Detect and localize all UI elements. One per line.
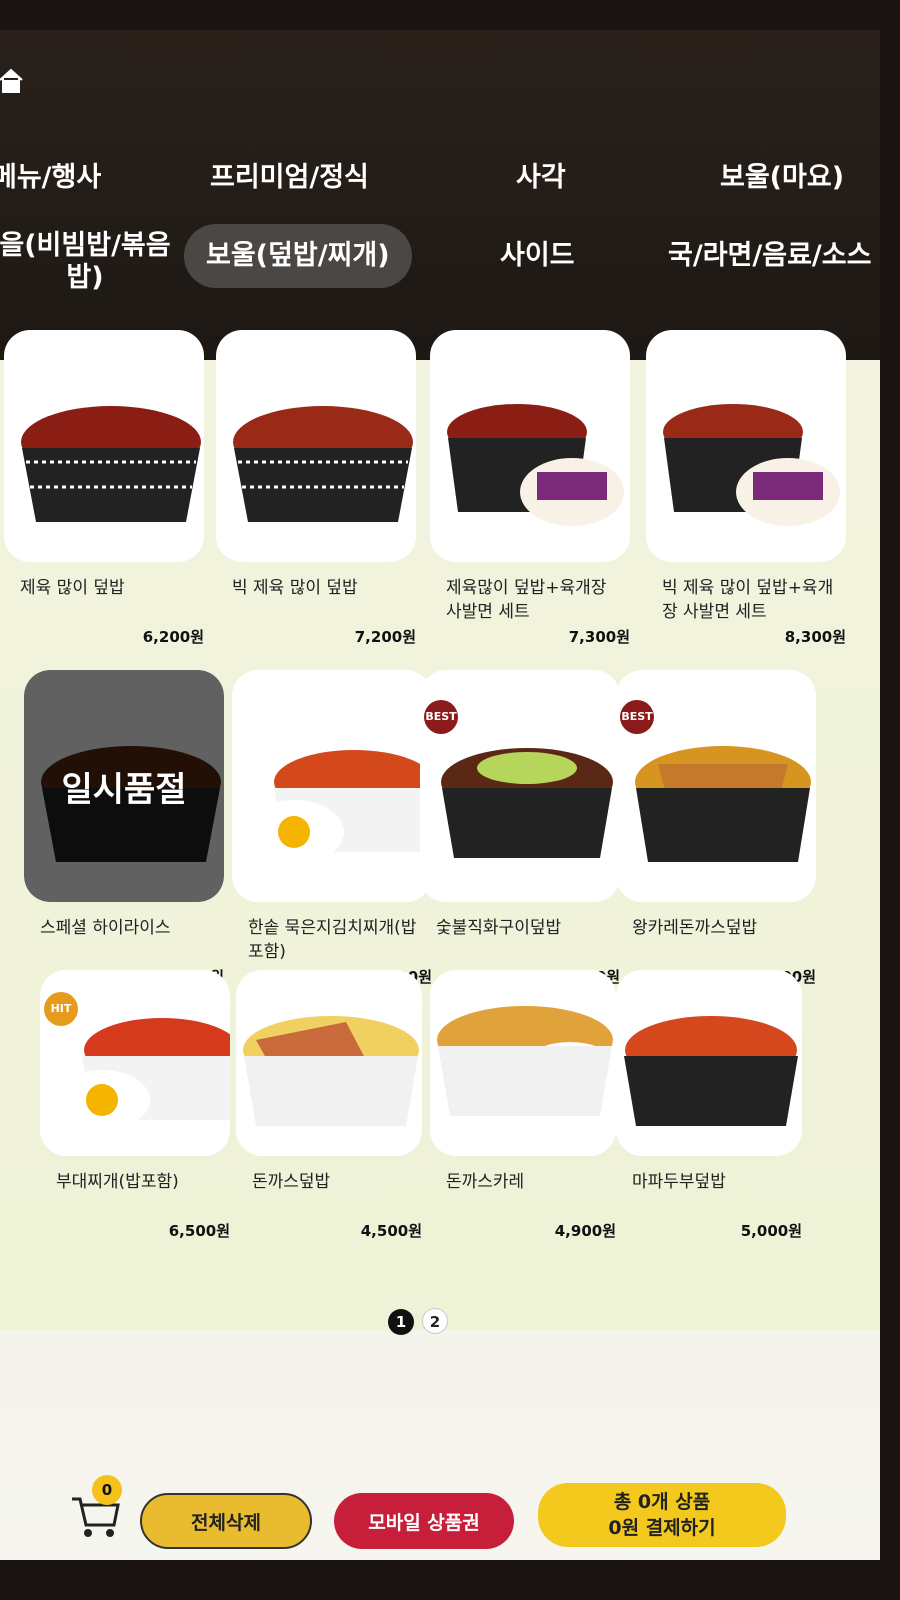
product-image[interactable] xyxy=(430,970,616,1156)
page-2-button[interactable]: 2 xyxy=(422,1308,448,1334)
product-image[interactable]: 일시품절 xyxy=(24,670,224,902)
product-name: 제육 많이 덮밥 xyxy=(20,578,125,598)
product-price: 4,900원 xyxy=(554,1222,616,1240)
product-price: 7,200원 xyxy=(354,628,416,646)
product-image[interactable]: BEST xyxy=(420,670,620,902)
product-card[interactable]: 빅 제육 많이 덮밥 7,200원 xyxy=(216,330,416,647)
rice-bowl-image xyxy=(663,404,840,526)
best-badge: BEST xyxy=(620,700,654,734)
category-side[interactable]: 사이드 xyxy=(500,240,575,272)
product-card[interactable]: BEST 숯불직화구이덮밥 6,300원 xyxy=(420,670,620,987)
product-image[interactable]: HIT xyxy=(40,970,230,1156)
category-premium[interactable]: 프리미엄/정식 xyxy=(210,162,369,194)
best-badge: BEST xyxy=(424,700,458,734)
rice-bowl-image xyxy=(624,1016,798,1126)
cart-count-badge: 0 xyxy=(92,1475,122,1505)
product-price: 6,500원 xyxy=(168,1222,230,1240)
product-name: 빅 제육 많이 덮밥 xyxy=(232,578,358,598)
rice-bowl-image xyxy=(243,1016,419,1126)
product-card[interactable]: 제육많이 덮밥+육개장 사발면 세트 7,300원 xyxy=(430,330,630,647)
product-price: 7,300원 xyxy=(568,628,630,646)
mobile-voucher-button[interactable]: 모바일 상품권 xyxy=(334,1493,514,1549)
product-card[interactable]: 제육 많이 덮밥 6,200원 xyxy=(4,330,204,647)
product-name: 한솥 묵은지김치찌개(밥 포함) xyxy=(248,918,417,962)
rice-bowl-image xyxy=(441,748,613,858)
product-image[interactable] xyxy=(232,670,432,902)
rice-bowl-image xyxy=(635,746,811,862)
product-name: 돈까스카레 xyxy=(446,1172,525,1192)
product-name: 돈까스덮밥 xyxy=(252,1172,331,1192)
category-bibimbap[interactable]: 을(비빔밥/볶음 밥) xyxy=(0,230,180,294)
product-card[interactable]: 일시품절 스페셜 하이라이스 5,900원 xyxy=(24,670,224,987)
product-name: 부대찌개(밥포함) xyxy=(56,1172,179,1192)
sold-out-overlay: 일시품절 xyxy=(24,670,224,902)
product-card[interactable]: HIT 부대찌개(밥포함) 6,500원 xyxy=(40,970,230,1241)
product-card[interactable]: 돈까스덮밥 4,500원 xyxy=(236,970,422,1241)
product-image[interactable] xyxy=(236,970,422,1156)
category-menu-event[interactable]: 메뉴/행사 xyxy=(0,162,101,194)
hit-badge: HIT xyxy=(44,992,78,1026)
rice-bowl-image xyxy=(21,406,201,522)
product-price: 8,300원 xyxy=(784,628,846,646)
rice-bowl-image xyxy=(447,404,624,526)
product-price: 5,000원 xyxy=(740,1222,802,1240)
product-image[interactable] xyxy=(216,330,416,562)
product-price: 6,200원 xyxy=(142,628,204,646)
product-image[interactable] xyxy=(646,330,846,562)
product-name: 마파두부덮밥 xyxy=(632,1172,726,1192)
product-name: 왕카레돈까스덮밥 xyxy=(632,918,758,938)
rice-bowl-image xyxy=(437,1006,613,1116)
product-card[interactable]: 마파두부덮밥 5,000원 xyxy=(616,970,802,1241)
product-price: 4,500원 xyxy=(360,1222,422,1240)
stew-bowl-image xyxy=(244,750,432,864)
product-name: 빅 제육 많이 덮밥+육개 장 사발면 세트 xyxy=(662,578,834,622)
product-card[interactable]: BEST 왕카레돈까스덮밥 6,500원 xyxy=(616,670,816,987)
page-1-button[interactable]: 1 xyxy=(388,1309,414,1335)
category-bowl-mayo[interactable]: 보울(마요) xyxy=(720,162,844,194)
category-square[interactable]: 사각 xyxy=(516,162,566,194)
category-bowl-stew[interactable]: 보울(덮밥/찌개) xyxy=(184,224,412,288)
pay-total-line: 0원 결제하기 xyxy=(608,1517,716,1539)
clear-all-button[interactable]: 전체삭제 xyxy=(140,1493,312,1549)
product-name: 제육많이 덮밥+육개장 사발면 세트 xyxy=(446,578,607,622)
bottom-action-bar: 0 전체삭제 모바일 상품권 총 0개 상품 0원 결제하기 xyxy=(0,1475,880,1560)
product-image[interactable]: BEST xyxy=(616,670,816,902)
product-card[interactable]: 빅 제육 많이 덮밥+육개 장 사발면 세트 8,300원 xyxy=(646,330,846,647)
product-image[interactable] xyxy=(616,970,802,1156)
category-soup-ramen[interactable]: 국/라면/음료/소스 xyxy=(668,240,871,272)
home-icon[interactable] xyxy=(0,66,24,96)
product-image[interactable] xyxy=(430,330,630,562)
product-image[interactable] xyxy=(4,330,204,562)
kiosk-screen: 메뉴/행사 프리미엄/정식 사각 보울(마요) 을(비빔밥/볶음 밥) 보울(덮… xyxy=(0,30,880,1560)
stew-bowl-image xyxy=(54,1018,230,1130)
rice-bowl-image xyxy=(233,406,413,522)
product-name: 숯불직화구이덮밥 xyxy=(436,918,562,938)
pagination: 12 xyxy=(388,1308,456,1335)
product-card[interactable]: 돈까스카레 4,900원 xyxy=(430,970,616,1241)
pay-button[interactable]: 총 0개 상품 0원 결제하기 xyxy=(538,1483,786,1547)
product-name: 스페셜 하이라이스 xyxy=(40,918,171,938)
product-card[interactable]: 한솥 묵은지김치찌개(밥 포함) 6,000원 xyxy=(232,670,432,987)
category-row-2: 을(비빔밥/볶음 밥) 보울(덮밥/찌개) 사이드 국/라면/음료/소스 xyxy=(0,220,880,310)
pay-summary-line: 총 0개 상품 xyxy=(613,1491,711,1513)
